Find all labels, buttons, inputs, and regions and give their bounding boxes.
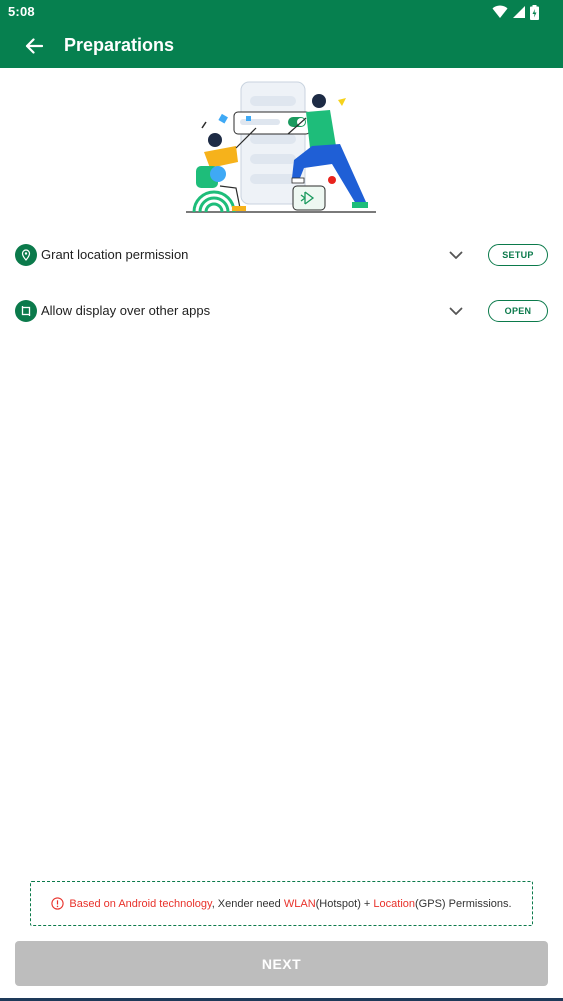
permission-label: Allow display over other apps [41, 303, 211, 318]
next-button[interactable]: NEXT [15, 941, 548, 986]
back-button[interactable] [20, 32, 48, 60]
connection-illustration [186, 81, 376, 213]
back-arrow-icon [25, 38, 43, 54]
notice-text-segment: (Hotspot) + [315, 897, 374, 910]
info-alert-icon [51, 897, 65, 910]
status-bar: 5:08 [0, 0, 563, 24]
notice-text-segment: (GPS) Permissions. [415, 897, 512, 910]
overlay-window-icon [15, 300, 37, 322]
notice-wlan: WLAN [283, 897, 316, 910]
open-button[interactable]: OPEN [488, 300, 548, 322]
status-time: 5:08 [8, 4, 35, 19]
notice-location: Location [373, 897, 416, 910]
status-icons [492, 4, 539, 20]
chevron-down-icon[interactable] [446, 246, 466, 264]
permission-row-overlay: Allow display over other apps OPEN [0, 291, 563, 331]
permission-label: Grant location permission [41, 247, 189, 262]
location-pin-icon [15, 244, 37, 266]
chevron-down-icon[interactable] [446, 302, 466, 320]
permission-row-location: Grant location permission SETUP [0, 235, 563, 275]
notice-text: Based on Android technology, Xender need… [69, 898, 511, 910]
signal-icon [513, 6, 525, 18]
app-bar: Preparations [0, 24, 563, 68]
page-title: Preparations [64, 35, 175, 55]
notice-android-tech: Based on Android technology [69, 897, 212, 910]
battery-icon [530, 4, 539, 20]
wifi-icon [492, 5, 508, 18]
setup-button[interactable]: SETUP [488, 244, 548, 266]
notice-text-segment: , Xender need [211, 897, 284, 910]
permission-notice: Based on Android technology, Xender need… [30, 881, 533, 926]
